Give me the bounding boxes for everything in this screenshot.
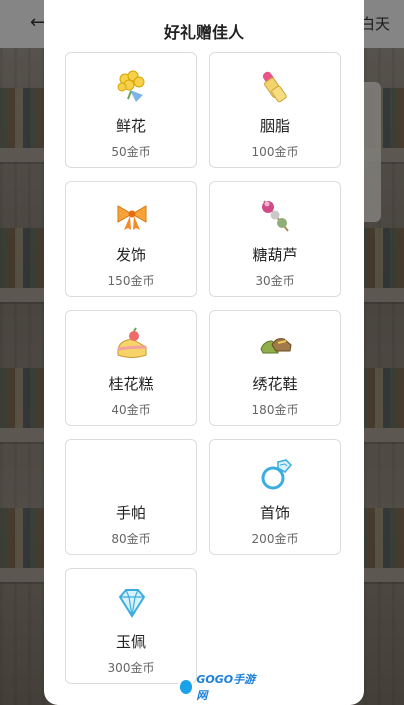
gift-price: 200金币 (251, 532, 299, 546)
watermark-text: GOGO手游网 (196, 673, 256, 702)
gift-card-embroidered-shoes[interactable]: 绣花鞋 180金币 (209, 310, 341, 426)
gift-name: 胭脂 (259, 117, 290, 135)
cake-icon (112, 325, 152, 365)
gift-name: 绣花鞋 (252, 375, 298, 393)
gift-card-candied-haws[interactable]: 糖葫芦 30金币 (209, 181, 341, 297)
gift-name: 玉佩 (115, 633, 146, 651)
gift-price: 80金币 (111, 532, 151, 546)
gift-name: 糖葫芦 (252, 246, 298, 264)
gift-name: 桂花糕 (108, 375, 154, 393)
bow-icon (112, 196, 152, 236)
gift-name: 鲜花 (115, 117, 146, 135)
gift-price: 300金币 (107, 661, 155, 675)
bouquet-icon (112, 67, 152, 107)
gift-card-jade-pendant[interactable]: 玉佩 300金币 (65, 568, 197, 684)
gift-price: 180金币 (251, 403, 299, 417)
modal-title: 好礼赠佳人 (163, 23, 244, 42)
gift-price: 30金币 (255, 274, 295, 288)
gift-card-jewelry[interactable]: 首饰 200金币 (209, 439, 341, 555)
gift-name: 首饰 (259, 504, 290, 522)
gift-price: 100金币 (251, 145, 299, 159)
watermark-logo-icon (178, 678, 195, 696)
gift-modal: 好礼赠佳人 鲜花 50金币 胭脂 100金币 发饰 150金币 糖葫芦 30金币… (44, 0, 364, 705)
diamond-icon (112, 583, 152, 623)
gift-price: 50金币 (111, 145, 151, 159)
gift-name: 发饰 (115, 246, 146, 264)
handkerchief-icon (112, 454, 152, 494)
candied-haws-icon (256, 196, 296, 236)
gift-card-handkerchief[interactable]: 手帕 80金币 (65, 439, 197, 555)
gift-name: 手帕 (115, 504, 146, 522)
ring-icon (256, 454, 296, 494)
gift-price: 40金币 (111, 403, 151, 417)
shoes-icon (256, 325, 296, 365)
gift-card-flowers[interactable]: 鲜花 50金币 (65, 52, 197, 168)
gift-price: 150金币 (107, 274, 155, 288)
lipstick-icon (256, 67, 296, 107)
gift-card-osmanthus-cake[interactable]: 桂花糕 40金币 (65, 310, 197, 426)
gift-card-rouge[interactable]: 胭脂 100金币 (209, 52, 341, 168)
gift-card-hair-ornament[interactable]: 发饰 150金币 (65, 181, 197, 297)
watermark: GOGO手游网 (178, 673, 258, 702)
